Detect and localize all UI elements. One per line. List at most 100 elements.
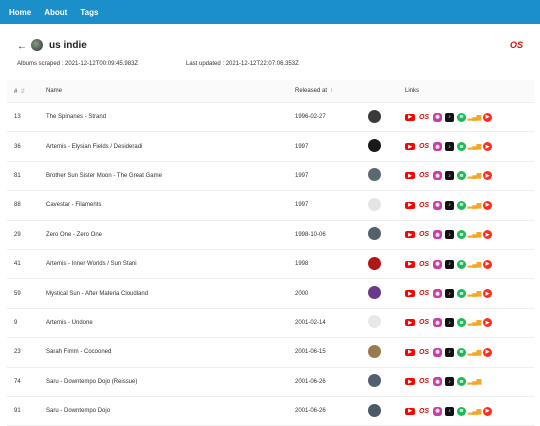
lastfm-icon[interactable]: OS bbox=[418, 377, 430, 386]
table-row: 88 Cavestar - Filaments 1997 ▶ OS ◉ ♪ ≋ ▂▄▆ ▶ bbox=[7, 191, 534, 221]
spotify-icon[interactable]: ≋ bbox=[457, 406, 466, 416]
podcast-icon[interactable]: ◉ bbox=[433, 289, 442, 299]
spotify-icon[interactable]: ≋ bbox=[457, 142, 466, 152]
apple-music-icon[interactable]: ♪ bbox=[445, 406, 454, 416]
youtube-music-icon[interactable]: ▶ bbox=[483, 230, 492, 240]
podcast-icon[interactable]: ◉ bbox=[433, 377, 442, 387]
youtube-icon[interactable]: ▶ bbox=[405, 113, 415, 121]
podcast-icon[interactable]: ◉ bbox=[433, 406, 442, 416]
apple-music-icon[interactable]: ♪ bbox=[445, 259, 454, 269]
album-cover bbox=[368, 168, 381, 182]
podcast-icon[interactable]: ◉ bbox=[433, 347, 442, 357]
apple-music-icon[interactable]: ♪ bbox=[445, 289, 454, 299]
spotify-icon[interactable]: ≋ bbox=[457, 289, 466, 299]
spotify-icon[interactable]: ≋ bbox=[457, 171, 466, 181]
youtube-music-icon[interactable]: ▶ bbox=[483, 318, 492, 328]
youtube-music-icon[interactable]: ▶ bbox=[483, 142, 492, 152]
lastfm-icon[interactable]: OS bbox=[418, 201, 430, 210]
nav-home[interactable]: Home bbox=[9, 8, 31, 17]
spotify-icon[interactable]: ≋ bbox=[457, 318, 466, 328]
youtube-music-icon[interactable]: ▶ bbox=[483, 259, 492, 269]
arrow-left-icon[interactable]: ← bbox=[17, 41, 27, 52]
cover-cell bbox=[368, 227, 405, 242]
album-cover bbox=[368, 256, 381, 270]
lastfm-icon[interactable]: OS bbox=[418, 289, 430, 298]
lastfm-icon[interactable]: OS bbox=[418, 230, 430, 239]
lastfm-icon[interactable]: OS bbox=[418, 348, 430, 357]
deezer-icon[interactable]: ▂▄▆ bbox=[468, 348, 481, 357]
spotify-icon[interactable]: ≋ bbox=[457, 200, 466, 210]
album-name: Sarah Fimm - Cocooned bbox=[46, 349, 112, 356]
youtube-music-icon[interactable]: ▶ bbox=[483, 289, 492, 299]
youtube-music-icon[interactable]: ▶ bbox=[483, 200, 492, 210]
deezer-icon[interactable]: ▂▄▆ bbox=[468, 171, 481, 180]
links-cell: ▶ OS ◉ ♪ ≋ ▂▄▆ ▶ bbox=[405, 112, 534, 122]
spotify-icon[interactable]: ≋ bbox=[457, 112, 466, 122]
podcast-icon[interactable]: ◉ bbox=[433, 112, 442, 122]
column-num[interactable]: # ⇵ bbox=[7, 88, 46, 95]
youtube-icon[interactable]: ▶ bbox=[405, 143, 415, 151]
youtube-icon[interactable]: ▶ bbox=[405, 407, 415, 415]
lastfm-icon[interactable]: OS bbox=[418, 171, 430, 180]
youtube-icon[interactable]: ▶ bbox=[405, 290, 415, 298]
youtube-icon[interactable]: ▶ bbox=[405, 260, 415, 268]
lastfm-icon[interactable]: OS bbox=[418, 318, 430, 327]
column-released[interactable]: Released at ↑ bbox=[295, 88, 368, 94]
podcast-icon[interactable]: ◉ bbox=[433, 171, 442, 181]
cover-cell bbox=[368, 374, 405, 389]
lastfm-icon[interactable]: OS bbox=[418, 142, 430, 151]
nav-about[interactable]: About bbox=[44, 8, 67, 17]
youtube-music-icon[interactable]: ▶ bbox=[483, 347, 492, 357]
podcast-icon[interactable]: ◉ bbox=[433, 200, 442, 210]
lastfm-icon[interactable]: OS bbox=[418, 260, 430, 269]
youtube-icon[interactable]: ▶ bbox=[405, 348, 415, 356]
youtube-icon[interactable]: ▶ bbox=[405, 319, 415, 327]
deezer-icon[interactable]: ▂▄▆ bbox=[468, 142, 481, 151]
apple-music-icon[interactable]: ♪ bbox=[445, 171, 454, 181]
cover-cell bbox=[368, 197, 405, 213]
links-cell: ▶ OS ◉ ♪ ≋ ▂▄▆ ▶ bbox=[405, 142, 534, 152]
deezer-icon[interactable]: ▂▄▆ bbox=[468, 318, 481, 327]
lastfm-icon[interactable]: OS bbox=[510, 40, 523, 50]
spotify-icon[interactable]: ≋ bbox=[457, 347, 466, 357]
lastfm-icon[interactable]: OS bbox=[418, 113, 430, 122]
spotify-icon[interactable]: ≋ bbox=[457, 230, 466, 240]
sort-ascending-icon: ↑ bbox=[330, 88, 334, 94]
apple-music-icon[interactable]: ♪ bbox=[445, 318, 454, 328]
column-name[interactable]: Name bbox=[46, 88, 295, 94]
youtube-icon[interactable]: ▶ bbox=[405, 201, 415, 209]
youtube-icon[interactable]: ▶ bbox=[405, 172, 415, 180]
apple-music-icon[interactable]: ♪ bbox=[445, 200, 454, 210]
table-row: 23 Sarah Fimm - Cocooned 2001-06-15 ▶ OS ◉ ♪ ≋ ▂… bbox=[7, 338, 534, 368]
deezer-icon[interactable]: ▂▄▆ bbox=[468, 201, 481, 210]
youtube-music-icon[interactable]: ▶ bbox=[483, 112, 492, 122]
table-row: 29 Zero One - Zero One 1998-10-06 ▶ OS ◉ ♪ ≋ ▂▄▆… bbox=[7, 221, 534, 250]
spotify-icon[interactable]: ≋ bbox=[457, 259, 466, 269]
podcast-icon[interactable]: ◉ bbox=[433, 142, 442, 152]
podcast-icon[interactable]: ◉ bbox=[433, 259, 442, 269]
deezer-icon[interactable]: ▂▄▆ bbox=[468, 113, 481, 122]
release-date: 1997 bbox=[295, 172, 309, 179]
spotify-icon[interactable]: ≋ bbox=[457, 377, 466, 387]
youtube-icon[interactable]: ▶ bbox=[405, 231, 415, 239]
table-row: 13 The Spinanes - Strand 1996-02-27 ▶ OS ◉ ♪ ≋ ▂… bbox=[7, 103, 534, 133]
youtube-music-icon[interactable]: ▶ bbox=[483, 406, 492, 416]
podcast-icon[interactable]: ◉ bbox=[433, 318, 442, 328]
nav-tags[interactable]: Tags bbox=[80, 8, 98, 17]
deezer-icon[interactable]: ▂▄▆ bbox=[468, 260, 481, 269]
deezer-icon[interactable]: ▂▄▆ bbox=[468, 289, 481, 298]
youtube-icon[interactable]: ▶ bbox=[405, 378, 415, 386]
deezer-icon[interactable]: ▂▄▆ bbox=[468, 230, 481, 239]
deezer-icon[interactable]: ▂▄▆ bbox=[468, 407, 481, 416]
apple-music-icon[interactable]: ♪ bbox=[445, 377, 454, 387]
youtube-music-icon[interactable]: ▶ bbox=[483, 171, 492, 181]
podcast-icon[interactable]: ◉ bbox=[433, 230, 442, 240]
deezer-icon[interactable]: ▂▄▆ bbox=[468, 377, 481, 386]
table-row: 91 Saru - Downtempo Dojo 2001-06-26 ▶ OS ◉ ♪ ≋ ▂… bbox=[7, 397, 534, 426]
apple-music-icon[interactable]: ♪ bbox=[445, 347, 454, 357]
apple-music-icon[interactable]: ♪ bbox=[445, 112, 454, 122]
apple-music-icon[interactable]: ♪ bbox=[445, 142, 454, 152]
apple-music-icon[interactable]: ♪ bbox=[445, 230, 454, 240]
lastfm-icon[interactable]: OS bbox=[418, 407, 430, 416]
album-name: Saru - Downtempo Dojo (Reissue) bbox=[46, 378, 138, 385]
